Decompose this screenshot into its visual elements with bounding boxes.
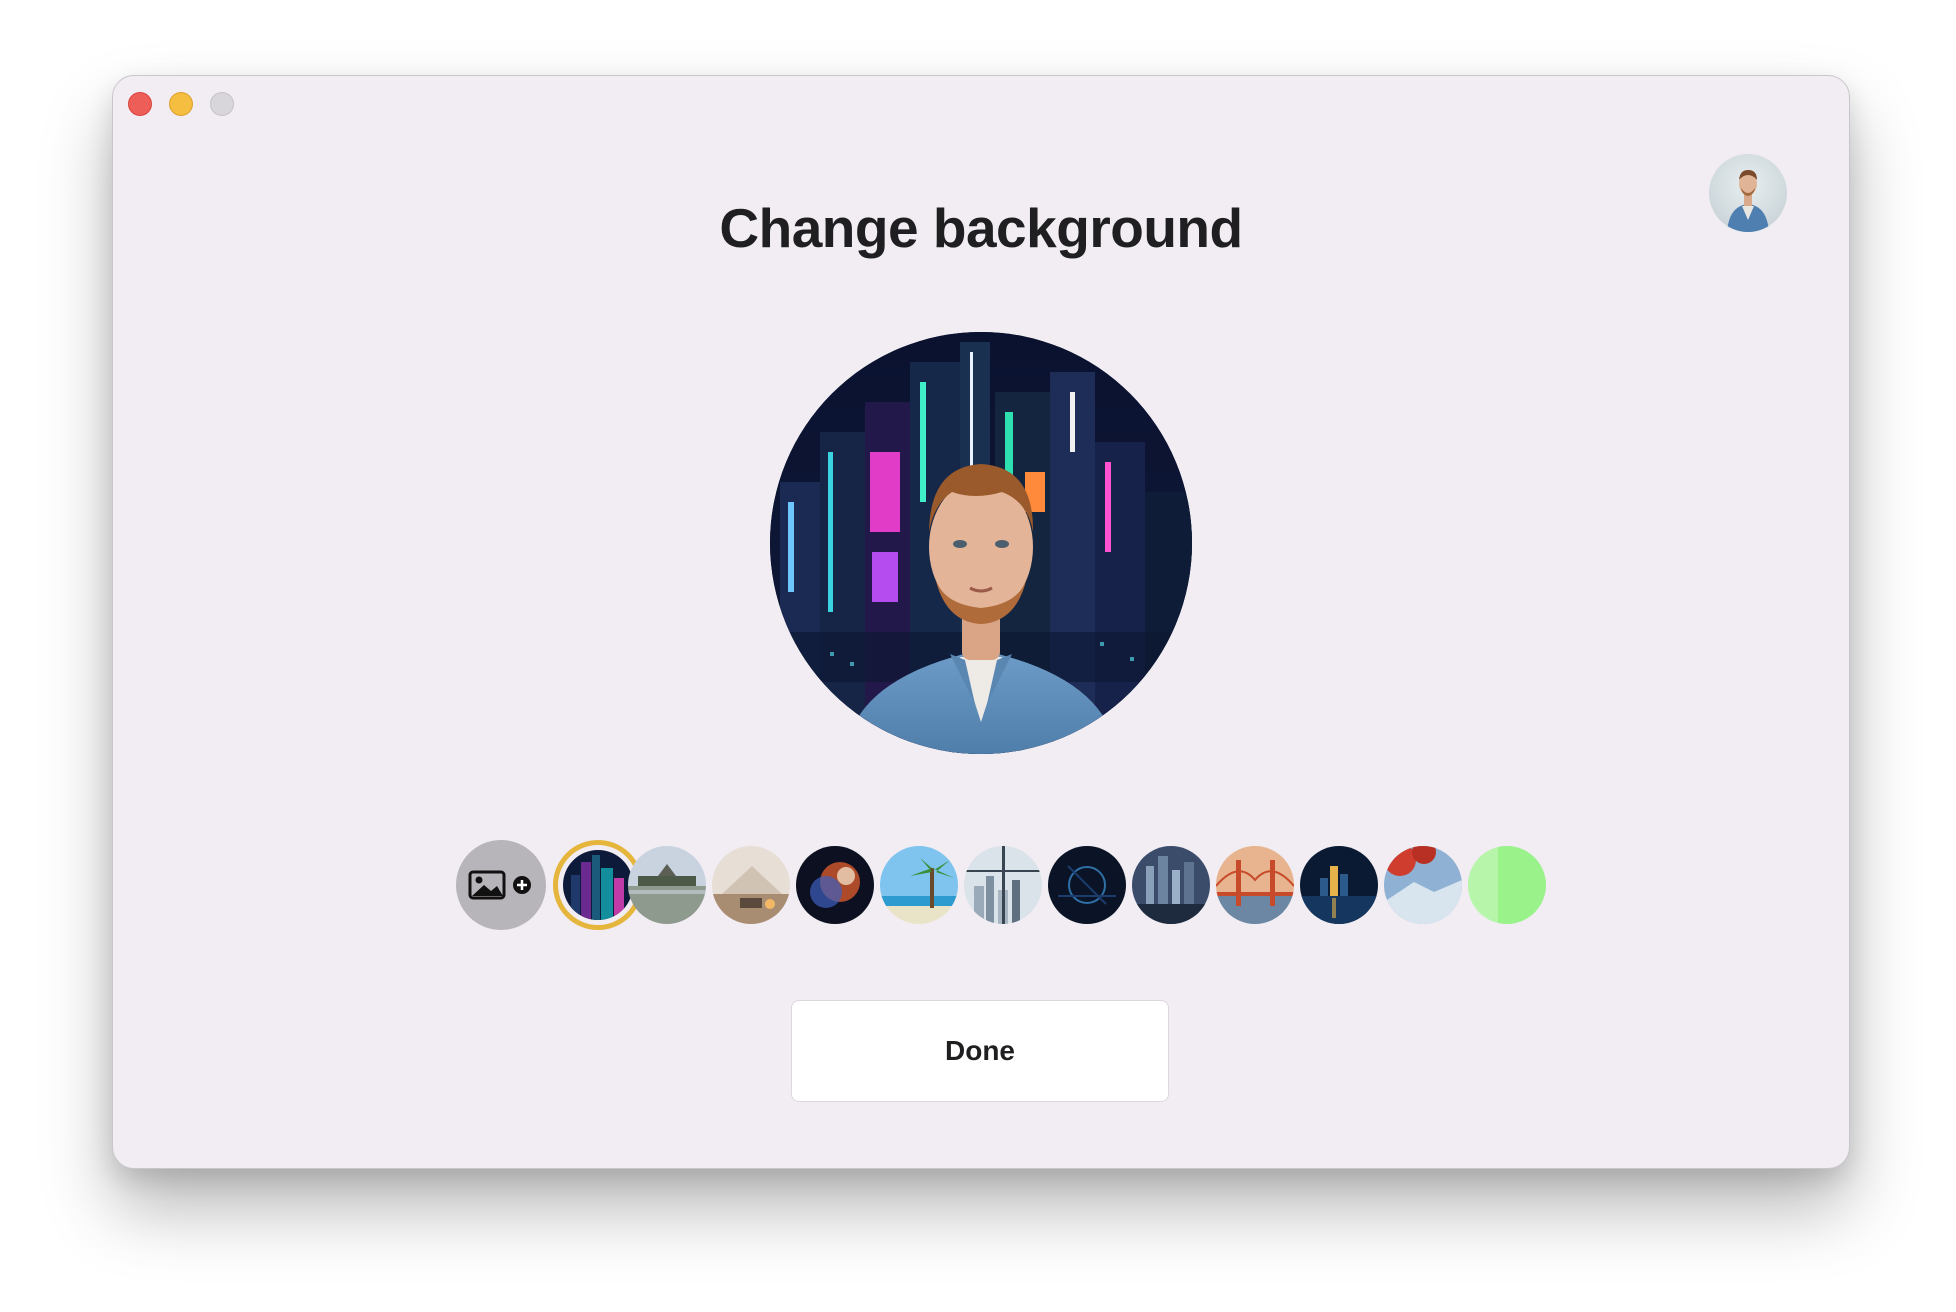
pagoda-lake-thumb-graphic <box>628 846 706 924</box>
page-title: Change background <box>719 197 1243 259</box>
nebula-space-thumb-graphic <box>796 846 874 924</box>
city-river-thumb-graphic <box>1132 846 1210 924</box>
background-option-red-tree-mountain[interactable] <box>1384 846 1462 924</box>
background-selector <box>456 833 1636 933</box>
background-option-pagoda-lake[interactable] <box>628 846 706 924</box>
office-skyline-thumb-graphic <box>964 846 1042 924</box>
background-option-digital-grid[interactable] <box>1048 846 1126 924</box>
maximize-window-button[interactable] <box>210 92 234 116</box>
add-background-button[interactable] <box>456 840 546 930</box>
window-controls <box>128 92 234 116</box>
background-option-golden-gate-sunset[interactable] <box>1216 846 1294 924</box>
background-thumb-neon-city-night <box>563 850 633 920</box>
background-option-nebula-space[interactable] <box>796 846 874 924</box>
change-background-window: Change background Done <box>112 75 1850 1169</box>
add-image-icon <box>468 870 531 900</box>
background-option-tropical-beach[interactable] <box>880 846 958 924</box>
skyline-water-thumb-graphic <box>1300 846 1378 924</box>
neon-city-thumb-graphic <box>563 850 633 920</box>
golden-gate-thumb-graphic <box>1216 846 1294 924</box>
background-option-skyline-water-night[interactable] <box>1300 846 1378 924</box>
background-option-green-screen[interactable] <box>1468 846 1546 924</box>
modern-interior-thumb-graphic <box>712 846 790 924</box>
red-tree-thumb-graphic <box>1384 846 1462 924</box>
background-option-city-river-night[interactable] <box>1132 846 1210 924</box>
minimize-window-button[interactable] <box>169 92 193 116</box>
close-window-button[interactable] <box>128 92 152 116</box>
person-on-city-background-image <box>770 332 1192 754</box>
tropical-beach-thumb-graphic <box>880 846 958 924</box>
background-preview <box>770 332 1192 754</box>
background-option-modern-interior[interactable] <box>712 846 790 924</box>
done-button[interactable]: Done <box>791 1000 1169 1102</box>
digital-grid-thumb-graphic <box>1048 846 1126 924</box>
background-option-office-skyline-window[interactable] <box>964 846 1042 924</box>
green-screen-thumb-graphic <box>1468 846 1546 924</box>
